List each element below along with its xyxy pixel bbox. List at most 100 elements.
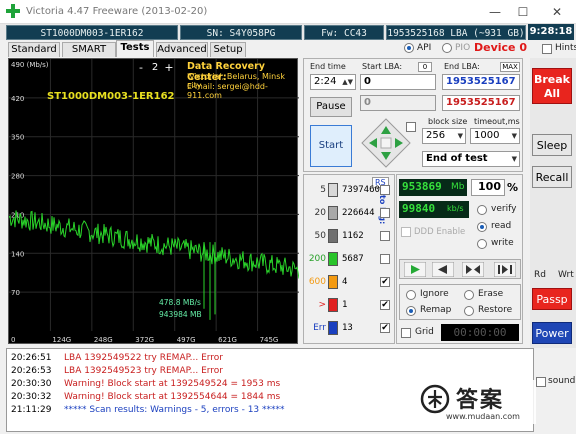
end-time-value: 2:24: [314, 76, 337, 87]
watermark-site: www.mudaan.com: [446, 412, 520, 421]
hints-checkbox[interactable]: [542, 44, 552, 54]
counter-threshold: 20: [314, 208, 326, 218]
read-radio[interactable]: [477, 222, 487, 232]
write-radio[interactable]: [477, 239, 487, 249]
close-icon[interactable]: ✕: [548, 3, 566, 21]
end-action-select[interactable]: End of test ▼: [422, 151, 520, 167]
log-time: 20:26:53: [11, 366, 52, 376]
counter-value: 226644: [342, 208, 375, 218]
percent-unit: %: [507, 181, 519, 194]
direction-pad-icon[interactable]: [360, 117, 412, 169]
drive-info-bar: ST1000DM003-1ER162 SN: S4Y058PG Fw: CC43…: [0, 24, 576, 40]
play-icon[interactable]: [404, 262, 426, 277]
power-button[interactable]: Power: [532, 322, 572, 344]
scan-stats: 953869 Mb 100 % 99840 kb/s verify read w…: [396, 174, 523, 344]
minimize-icon[interactable]: —: [486, 3, 504, 21]
counter-value: 1162: [342, 231, 364, 241]
passp-button[interactable]: Passp: [532, 288, 572, 310]
counter-swatch: [328, 321, 338, 335]
start-lba-counter: 0: [418, 62, 432, 72]
counter-swatch: [328, 229, 338, 243]
end-time-field[interactable]: 2:24 ▲▼: [310, 74, 356, 90]
erase-radio[interactable]: [464, 290, 474, 300]
page-minus-button[interactable]: -: [135, 62, 147, 74]
counter-threshold: >: [318, 300, 326, 310]
counter-swatch: [328, 298, 338, 312]
ignore-radio[interactable]: [406, 290, 416, 300]
chevron-down-icon: ▼: [511, 155, 517, 163]
log-checkbox[interactable]: ✔: [380, 323, 390, 333]
tab-standard[interactable]: Standard: [8, 42, 60, 57]
sound-checkbox[interactable]: [536, 377, 546, 387]
x-tick-label: 0: [11, 336, 15, 344]
block-size-value: 256: [426, 130, 446, 141]
end-lba-label: End LBA:: [444, 62, 480, 71]
log-checkbox[interactable]: [380, 208, 390, 218]
max-lba-button[interactable]: MAX: [500, 62, 520, 72]
sleep-button[interactable]: Sleep: [532, 134, 572, 156]
page-plus-button[interactable]: +: [163, 62, 175, 74]
watermark-text: 答案: [456, 388, 505, 413]
page-number: 2: [151, 62, 159, 73]
counter-threshold: 5: [320, 185, 326, 195]
pio-radio[interactable]: [442, 43, 452, 53]
log-message: Warning! Block start at 1392549524 = 195…: [64, 379, 281, 389]
drive-model: ST1000DM003-1ER162: [6, 25, 178, 40]
elapsed-timer: 00:00:00: [441, 324, 519, 341]
grid-checkbox[interactable]: [401, 328, 411, 338]
log-checkbox[interactable]: ✔: [380, 277, 390, 287]
log-checkbox[interactable]: ✔: [380, 300, 390, 310]
read-label: read: [491, 221, 512, 231]
drive-capacity: 1953525168 LBA (~931 GB): [386, 25, 526, 40]
remap-radio[interactable]: [406, 306, 416, 316]
log-message: LBA 1392549522 try REMAP... Error: [64, 353, 224, 363]
log-checkbox[interactable]: [380, 254, 390, 264]
all-label: All: [543, 87, 561, 100]
counter-value: 5687: [342, 254, 364, 264]
end-lba-input[interactable]: 1953525167: [442, 74, 520, 90]
counter-swatch: [328, 183, 338, 197]
end-icon[interactable]: [494, 262, 516, 277]
y-tick-label: 70: [11, 289, 20, 297]
rewind-icon[interactable]: [432, 262, 454, 277]
speed-readout: 478.8 MB/s: [159, 298, 201, 307]
end-time-label: End time: [310, 62, 346, 71]
dir-checkbox[interactable]: [406, 122, 416, 132]
wrt-label: Wrt: [558, 270, 574, 280]
repair-mode-group: Ignore Erase Remap Restore: [399, 284, 521, 320]
tab-advanced[interactable]: Advanced: [156, 42, 208, 57]
tab-smart[interactable]: SMART: [62, 42, 116, 57]
counter-value: 1: [342, 300, 348, 310]
pause-button[interactable]: Pause: [310, 97, 352, 117]
timeout-select[interactable]: 1000 ▼: [470, 128, 520, 144]
x-tick-label: 497G: [177, 336, 196, 344]
tab-tests[interactable]: Tests: [116, 40, 154, 57]
break-all-button[interactable]: Break All: [532, 68, 572, 104]
log-checkbox[interactable]: [380, 185, 390, 195]
verify-label: verify: [491, 204, 517, 214]
x-tick-label: 621G: [218, 336, 237, 344]
verify-radio[interactable]: [477, 205, 487, 215]
rd-label: Rd: [534, 270, 546, 280]
y-tick-label: 140: [11, 250, 24, 258]
counter-swatch: [328, 206, 338, 220]
block-size-select[interactable]: 256 ▼: [422, 128, 466, 144]
access-time-counters: RS to log: 57397460202266445011622005687…: [303, 174, 395, 344]
x-tick-label: 372G: [135, 336, 154, 344]
ddd-checkbox[interactable]: [401, 227, 411, 237]
log-checkbox[interactable]: [380, 231, 390, 241]
restore-radio[interactable]: [464, 306, 474, 316]
maximize-icon[interactable]: ☐: [514, 3, 532, 21]
api-radio[interactable]: [404, 43, 414, 53]
start-lba-input[interactable]: 0: [360, 74, 436, 90]
start-button[interactable]: Start: [310, 125, 352, 167]
timeout-label: timeout,ms: [474, 117, 520, 126]
recall-button[interactable]: Recall: [532, 166, 572, 188]
skip-icon[interactable]: [462, 262, 484, 277]
throughput-trace: [9, 210, 299, 279]
sound-label: sound: [548, 376, 576, 386]
tab-setup[interactable]: Setup: [210, 42, 246, 57]
watermark-logo-icon: [420, 384, 450, 414]
remap-label: Remap: [420, 305, 452, 315]
log-message: ***** Scan results: Warnings - 5, errors…: [64, 405, 285, 415]
